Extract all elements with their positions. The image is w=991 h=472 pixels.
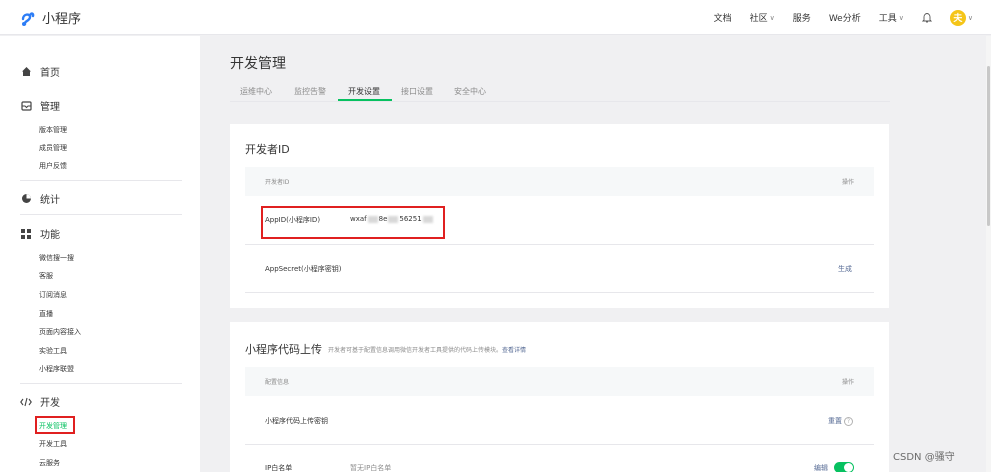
- nav-services[interactable]: 服务: [793, 11, 811, 24]
- sidebar-section-label: 管理: [40, 102, 60, 113]
- row-divider: [245, 444, 874, 445]
- highlight-box-dev-manage: [35, 416, 75, 434]
- top-nav: 文档 社区 ∨ 服务 We分析 工具 ∨ 夫 ∨: [696, 0, 973, 35]
- upload-key-label: 小程序代码上传密钥: [265, 417, 328, 425]
- row-divider: [245, 292, 874, 293]
- sidebar-item-home[interactable]: 首页: [20, 64, 60, 79]
- sidebar-item-live[interactable]: 直播: [39, 309, 53, 319]
- chevron-down-icon: ∨: [898, 13, 904, 22]
- inbox-icon: [20, 100, 32, 112]
- notification-button[interactable]: [921, 12, 932, 23]
- description-text: 开发者可基于配置信息调用微信开发者工具提供的代码上传模块。: [328, 347, 503, 354]
- sidebar-section-label: 开发: [40, 398, 60, 409]
- sidebar-section-label: 功能: [40, 230, 60, 241]
- sidebar-item-page-content[interactable]: 页面内容接入: [39, 327, 81, 337]
- bell-icon: [921, 13, 932, 23]
- scroll-thumb[interactable]: [987, 66, 990, 226]
- sidebar-divider: [20, 180, 182, 181]
- nav-community-label: 社区: [749, 14, 768, 24]
- table-header: 配置信息 操作: [245, 367, 874, 396]
- tab-monitor-alert[interactable]: 监控告警: [294, 86, 326, 97]
- reset-key-link[interactable]: 重置: [828, 416, 842, 426]
- code-upload-card: 小程序代码上传 开发者可基于配置信息调用微信开发者工具提供的代码上传模块。查看详…: [230, 322, 889, 472]
- nav-community[interactable]: 社区 ∨: [749, 11, 775, 25]
- watermark: CSDN @骚守: [893, 452, 955, 463]
- card-description: 开发者可基于配置信息调用微信开发者工具提供的代码上传模块。查看详情: [328, 345, 526, 354]
- brand-name: 小程序: [42, 12, 82, 27]
- sidebar-item-version-manage[interactable]: 版本管理: [39, 125, 67, 135]
- tab-ops-center[interactable]: 运维中心: [240, 86, 272, 97]
- mini-program-logo-icon: [21, 11, 35, 26]
- help-icon[interactable]: ?: [844, 417, 853, 426]
- nav-tools[interactable]: 工具 ∨: [878, 11, 904, 25]
- nav-we-analysis[interactable]: We分析: [829, 11, 861, 24]
- card-title: 小程序代码上传: [245, 343, 322, 356]
- view-details-link[interactable]: 查看详情: [502, 347, 526, 354]
- scrollbar[interactable]: [986, 36, 991, 472]
- nav-tools-label: 工具: [878, 14, 897, 24]
- sidebar-item-cloud-service[interactable]: 云服务: [39, 458, 60, 468]
- pie-chart-icon: [20, 193, 32, 205]
- sidebar-item-subscribe-message[interactable]: 订阅消息: [39, 290, 67, 300]
- top-bar: 小程序 文档 社区 ∨ 服务 We分析 工具 ∨ 夫 ∨: [0, 0, 991, 35]
- tab-dev-settings[interactable]: 开发设置: [348, 86, 380, 97]
- sidebar-item-customer-service[interactable]: 客服: [39, 271, 53, 281]
- brand[interactable]: 小程序: [20, 8, 81, 27]
- sidebar-section-manage[interactable]: 管理: [20, 98, 60, 113]
- home-icon: [20, 66, 32, 78]
- sidebar-item-user-feedback[interactable]: 用户反馈: [39, 161, 67, 171]
- edit-ip-link[interactable]: 编辑: [814, 463, 828, 472]
- tab-bar: 运维中心 监控告警 开发设置 接口设置 安全中心: [230, 82, 890, 102]
- ip-whitelist-toggle[interactable]: [834, 462, 854, 472]
- column-header-action: 操作: [841, 379, 854, 386]
- sidebar-item-label: 统计: [40, 195, 60, 206]
- column-header-action: 操作: [841, 179, 854, 186]
- generate-secret-link[interactable]: 生成: [838, 264, 852, 274]
- grid-icon: [20, 228, 32, 240]
- avatar: 夫: [949, 9, 966, 26]
- sidebar-divider: [20, 214, 182, 215]
- page-title: 开发管理: [230, 56, 286, 72]
- column-header-config: 配置信息: [265, 379, 290, 386]
- sidebar-item-wechat-search[interactable]: 微信搜一搜: [39, 253, 74, 263]
- chevron-down-icon: ∨: [967, 13, 973, 22]
- sidebar-item-label: 首页: [40, 68, 60, 79]
- sidebar-section-features[interactable]: 功能: [20, 226, 60, 241]
- sidebar-item-stats[interactable]: 统计: [20, 191, 60, 206]
- ip-whitelist-label: IP白名单: [265, 464, 293, 472]
- tab-security-center[interactable]: 安全中心: [454, 86, 486, 97]
- nav-docs[interactable]: 文档: [714, 11, 732, 24]
- active-tab-indicator: [338, 99, 392, 101]
- appsecret-label: AppSecret(小程序密钥): [265, 265, 342, 273]
- ip-whitelist-value: 暂无IP白名单: [350, 464, 392, 472]
- table-header: 开发者ID 操作: [245, 167, 874, 196]
- highlight-box-appid: [261, 206, 445, 239]
- sidebar-item-member-manage[interactable]: 成员管理: [39, 143, 67, 153]
- sidebar-item-alliance[interactable]: 小程序联盟: [39, 364, 74, 374]
- sidebar: 首页 管理 版本管理 成员管理 用户反馈 统计 功能 微信搜一搜 客服 订阅消息…: [0, 36, 200, 472]
- sidebar-item-lab-tools[interactable]: 实验工具: [39, 346, 67, 356]
- sidebar-item-dev-tools[interactable]: 开发工具: [39, 439, 67, 449]
- sidebar-section-develop[interactable]: 开发: [20, 394, 60, 409]
- code-icon: [20, 396, 32, 408]
- account-menu[interactable]: 夫 ∨: [949, 9, 973, 26]
- row-divider: [245, 244, 874, 245]
- card-title: 开发者ID: [245, 143, 290, 156]
- chevron-down-icon: ∨: [769, 13, 775, 22]
- sidebar-divider: [20, 383, 182, 384]
- tab-api-settings[interactable]: 接口设置: [401, 86, 433, 97]
- column-header-id: 开发者ID: [265, 179, 290, 186]
